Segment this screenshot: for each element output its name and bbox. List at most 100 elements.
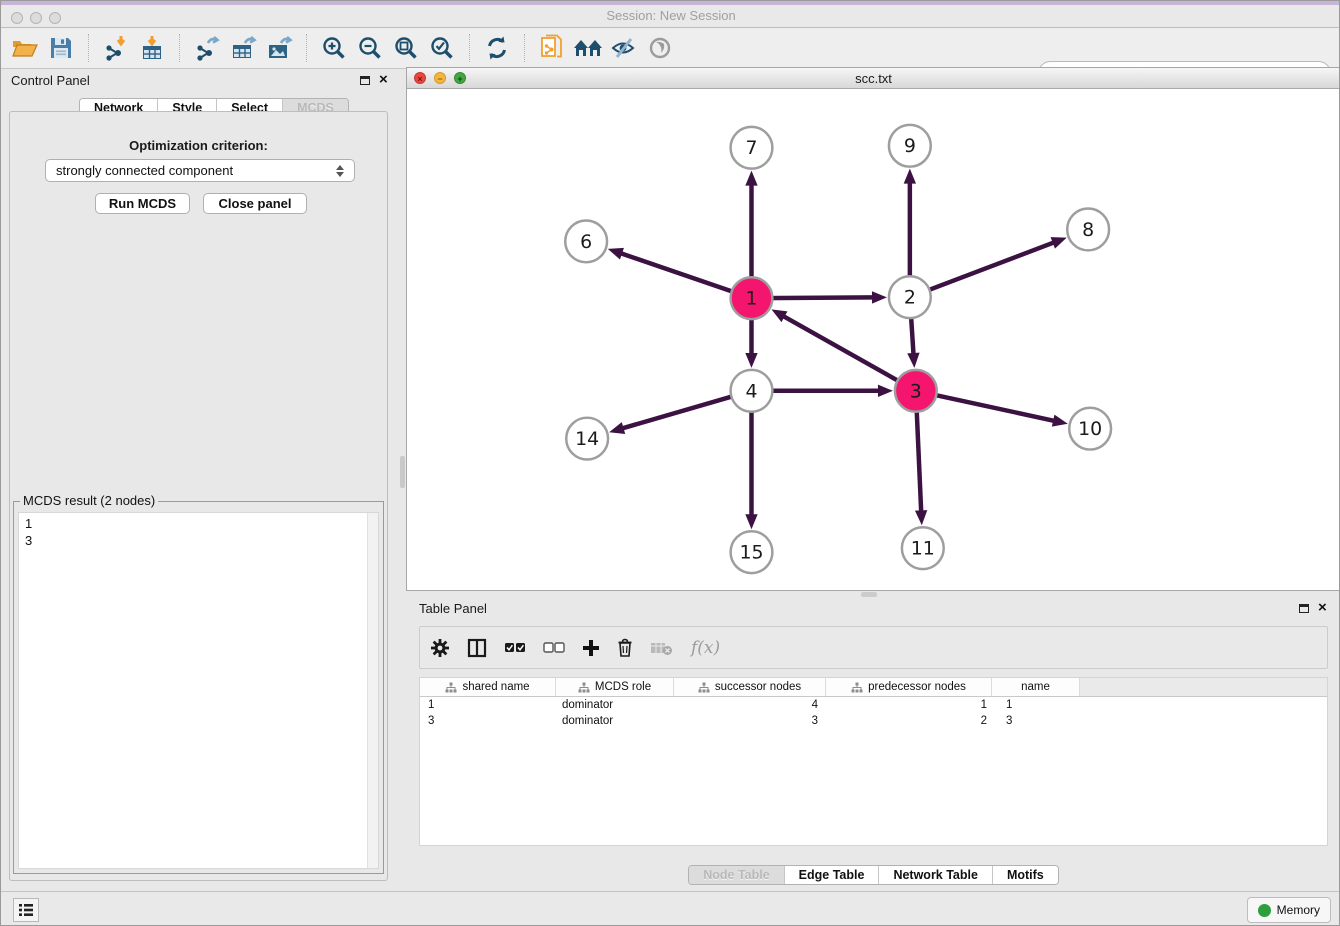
close-panel-icon[interactable]: ×	[379, 75, 388, 85]
cell-successor-nodes: 3	[674, 715, 826, 727]
graph-node-2[interactable]: 2	[889, 276, 931, 318]
graph-edge-3-1[interactable]	[783, 316, 916, 391]
new-network-from-selection-button[interactable]	[534, 31, 570, 65]
network-window-titlebar: × − + scc.txt	[407, 68, 1340, 89]
graph-edge-arrowhead	[872, 291, 887, 303]
apply-layout-button[interactable]	[479, 31, 515, 65]
svg-text:7: 7	[745, 137, 757, 159]
titlebar-accent-strip	[1, 1, 1340, 5]
table-row-1[interactable]: 1dominator411	[420, 697, 1327, 713]
zoom-selected-button[interactable]	[424, 31, 460, 65]
graph-node-1[interactable]: 1	[731, 277, 773, 319]
graph-edge-arrowhead	[608, 248, 624, 260]
column-header-predecessor-nodes[interactable]: predecessor nodes	[826, 678, 992, 696]
export-table-button[interactable]	[225, 31, 261, 65]
table-panel-tabs: Node TableEdge TableNetwork TableMotifs	[406, 865, 1340, 885]
float-panel-icon[interactable]	[360, 76, 370, 85]
graph-node-8[interactable]: 8	[1067, 209, 1109, 251]
column-label: name	[1021, 681, 1050, 693]
float-panel-icon[interactable]	[1299, 604, 1309, 613]
svg-text:8: 8	[1082, 219, 1094, 241]
trash-icon	[617, 638, 633, 657]
column-header-MCDS-role[interactable]: MCDS role	[556, 678, 674, 696]
zoom-out-button[interactable]	[352, 31, 388, 65]
graph-edge-arrowhead	[915, 510, 927, 525]
close-panel-button[interactable]: Close panel	[203, 193, 307, 214]
column-label: MCDS role	[595, 681, 651, 693]
show-all-button[interactable]	[642, 31, 678, 65]
svg-text:15: 15	[739, 542, 763, 564]
graph-node-14[interactable]: 14	[566, 418, 608, 460]
toolbar-separator	[524, 34, 525, 62]
graph-node-10[interactable]: 10	[1069, 408, 1111, 450]
svg-text:6: 6	[580, 231, 592, 253]
sort-hierarchy-icon	[578, 682, 590, 693]
hide-selected-button[interactable]	[606, 31, 642, 65]
graph-edge-arrowhead	[904, 169, 916, 184]
table-settings-button[interactable]	[430, 638, 450, 658]
cell-predecessor-nodes: 2	[826, 715, 992, 727]
export-network-button[interactable]	[189, 31, 225, 65]
toolbar-separator	[306, 34, 307, 62]
splitter-thumb[interactable]	[400, 456, 405, 488]
save-icon	[49, 36, 73, 60]
close-panel-icon[interactable]: ×	[1318, 603, 1327, 613]
graph-node-9[interactable]: 9	[889, 125, 931, 167]
graph-edge-arrowhead	[907, 353, 919, 368]
cell-shared-name: 1	[420, 699, 556, 711]
result-scrollbar[interactable]	[367, 513, 378, 868]
graph-node-6[interactable]: 6	[565, 220, 607, 262]
delete-table-button-disabled	[650, 639, 674, 657]
table-row-2[interactable]: 3dominator323	[420, 713, 1327, 729]
zoom-in-button[interactable]	[316, 31, 352, 65]
checked-boxes-icon	[504, 641, 526, 655]
network-view-window: × − + scc.txt 7 9 6 8 1 2 4 3 14 10 15 11	[406, 67, 1340, 591]
column-header-shared-name[interactable]: shared name	[420, 678, 556, 696]
first-neighbors-button[interactable]	[570, 31, 606, 65]
column-header-successor-nodes[interactable]: successor nodes	[674, 678, 826, 696]
graph-node-11[interactable]: 11	[902, 527, 944, 569]
splitter-handle[interactable]	[861, 592, 877, 597]
graph-node-7[interactable]: 7	[731, 127, 773, 169]
delete-column-button[interactable]	[617, 638, 633, 657]
sort-hierarchy-icon	[445, 682, 457, 693]
graph-node-4[interactable]: 4	[731, 370, 773, 412]
optimization-criterion-dropdown[interactable]: strongly connected component	[45, 159, 355, 182]
tab-motifs[interactable]: Motifs	[992, 866, 1058, 884]
svg-text:14: 14	[575, 428, 599, 450]
graph-edge-2-8[interactable]	[910, 242, 1055, 297]
run-mcds-button[interactable]: Run MCDS	[95, 193, 190, 214]
eye-slash-icon	[610, 36, 638, 60]
first-neighbors-houses-icon	[572, 36, 604, 60]
tab-network-table[interactable]: Network Table	[878, 866, 992, 884]
select-all-rows-button[interactable]	[504, 641, 526, 655]
export-image-button[interactable]	[261, 31, 297, 65]
mcds-result-area[interactable]: 1 3	[18, 512, 379, 869]
column-header-name[interactable]: name	[992, 678, 1080, 696]
node-table-body: 1dominator4113dominator323	[420, 697, 1327, 729]
memory-button[interactable]: Memory	[1247, 897, 1331, 923]
import-table-button[interactable]	[134, 31, 170, 65]
zoom-out-icon	[357, 35, 383, 61]
import-network-button[interactable]	[98, 31, 134, 65]
graph-node-3[interactable]: 3	[895, 370, 937, 412]
show-column-button[interactable]	[467, 638, 487, 658]
open-session-button[interactable]	[7, 31, 43, 65]
list-icon	[18, 903, 34, 917]
delete-table-icon	[650, 639, 674, 657]
svg-text:3: 3	[910, 380, 922, 402]
zoom-fit-button[interactable]	[388, 31, 424, 65]
tab-node-table[interactable]: Node Table	[689, 866, 783, 884]
save-session-button[interactable]	[43, 31, 79, 65]
task-history-button[interactable]	[13, 898, 39, 922]
tab-edge-table[interactable]: Edge Table	[784, 866, 879, 884]
table-toolbar: f(x)	[419, 626, 1328, 669]
application-window: Session: New Session	[0, 0, 1340, 926]
create-column-button[interactable]	[582, 639, 600, 657]
graph-node-15[interactable]: 15	[731, 531, 773, 573]
mcds-result-text[interactable]: 1 3	[19, 513, 378, 551]
mcds-result-title: MCDS result (2 nodes)	[20, 493, 158, 508]
deselect-all-rows-button[interactable]	[543, 641, 565, 655]
network-canvas[interactable]: 7 9 6 8 1 2 4 3 14 10 15 11	[407, 89, 1340, 590]
plus-icon	[582, 639, 600, 657]
